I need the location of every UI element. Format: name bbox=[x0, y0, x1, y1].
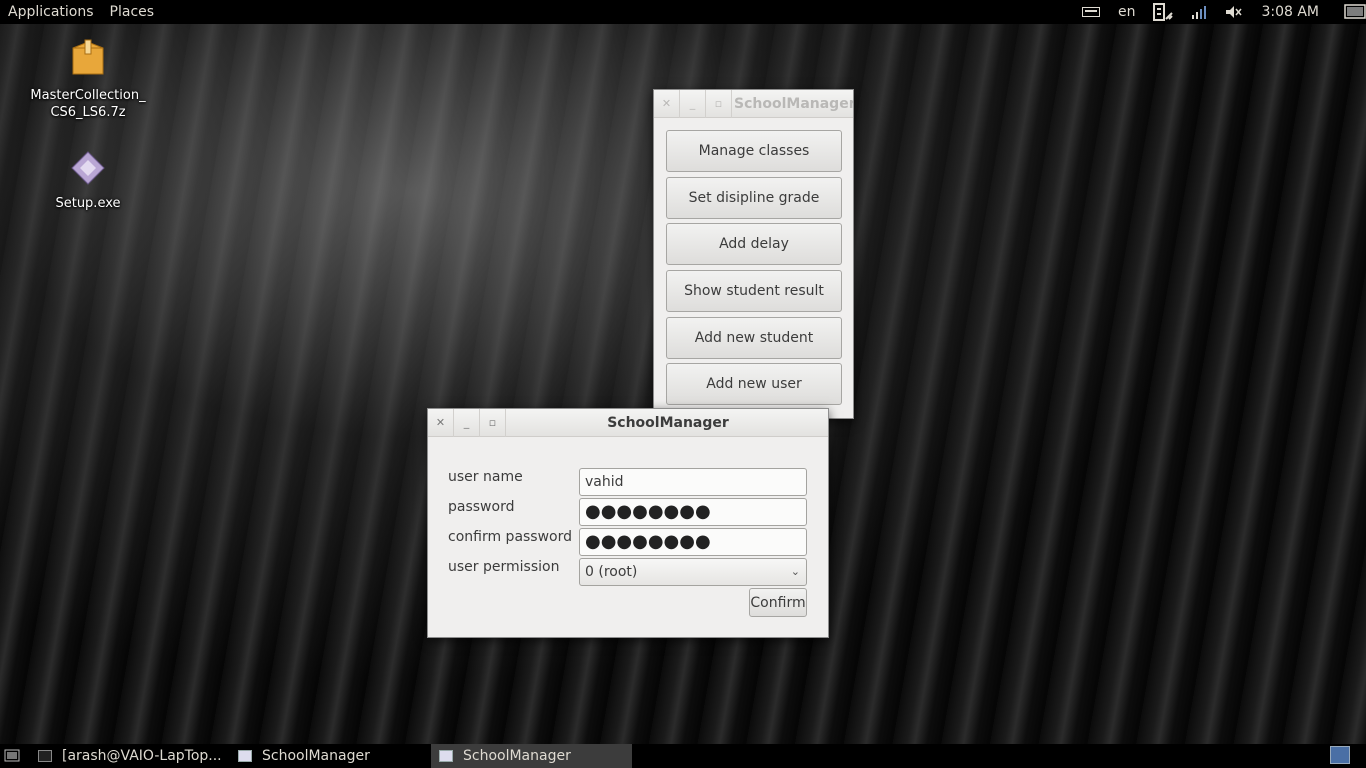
archive-icon bbox=[23, 38, 153, 83]
close-icon[interactable]: ✕ bbox=[654, 89, 680, 118]
permission-select[interactable]: 0 (root) ⌄ bbox=[579, 558, 807, 586]
confirm-password-input[interactable]: ●●●●●●●● bbox=[579, 528, 807, 556]
window-icon bbox=[439, 750, 453, 762]
taskbar-item-schoolmanager-1[interactable]: SchoolManager bbox=[230, 744, 431, 768]
system-tray: en 3:08 AM bbox=[1073, 0, 1366, 24]
desktop-icon-label: MasterCollection_ CS6_LS6.7z bbox=[30, 88, 146, 120]
volume-muted-icon[interactable] bbox=[1225, 5, 1243, 19]
taskbar-item-terminal[interactable]: [arash@VAIO-LapTop... bbox=[30, 744, 230, 768]
keyboard-icon[interactable] bbox=[1081, 7, 1100, 17]
username-label: user name bbox=[448, 469, 523, 485]
main-window: ✕ _ ▫ SchoolManager Manage classes Set d… bbox=[653, 89, 854, 419]
add-delay-button[interactable]: Add delay bbox=[666, 223, 842, 265]
desktop-icon-label: Setup.exe bbox=[55, 196, 121, 211]
confirm-password-label: confirm password bbox=[448, 529, 573, 545]
desktop-icon-archive[interactable]: MasterCollection_ CS6_LS6.7z bbox=[23, 38, 153, 121]
permission-select-value: 0 (root) bbox=[585, 564, 638, 580]
show-student-result-button[interactable]: Show student result bbox=[666, 270, 842, 312]
show-desktop-icon bbox=[4, 749, 20, 762]
set-discipline-grade-button[interactable]: Set disipline grade bbox=[666, 177, 842, 219]
window-title: SchoolManager bbox=[607, 415, 729, 431]
taskbar-item-schoolmanager-2[interactable]: SchoolManager bbox=[431, 744, 632, 768]
close-icon[interactable]: ✕ bbox=[428, 408, 454, 437]
window-icon bbox=[238, 750, 252, 762]
add-new-user-button[interactable]: Add new user bbox=[666, 363, 842, 405]
signal-strength-icon[interactable] bbox=[1191, 5, 1207, 19]
password-input[interactable]: ●●●●●●●● bbox=[579, 498, 807, 526]
password-label: password bbox=[448, 499, 515, 515]
terminal-icon bbox=[38, 750, 52, 762]
taskbar-item-label: SchoolManager bbox=[463, 748, 571, 764]
chevron-down-icon: ⌄ bbox=[790, 565, 800, 578]
applications-menu[interactable]: Applications bbox=[0, 0, 102, 24]
window-title: SchoolManager bbox=[734, 96, 853, 112]
top-panel: Applications Places en 3:08 AM bbox=[0, 0, 1366, 24]
username-input[interactable]: vahid bbox=[579, 468, 807, 496]
maximize-icon[interactable]: ▫ bbox=[480, 408, 506, 437]
manage-classes-button[interactable]: Manage classes bbox=[666, 130, 842, 172]
confirm-button[interactable]: Confirm bbox=[749, 588, 807, 617]
workspace-switcher-icon[interactable] bbox=[1330, 746, 1350, 764]
maximize-icon[interactable]: ▫ bbox=[706, 89, 732, 118]
session-menu-icon[interactable] bbox=[1344, 4, 1366, 20]
taskbar-item-label: SchoolManager bbox=[262, 748, 370, 764]
add-new-student-button[interactable]: Add new student bbox=[666, 317, 842, 359]
places-menu[interactable]: Places bbox=[102, 0, 163, 24]
keyboard-layout-indicator[interactable]: en bbox=[1118, 4, 1136, 20]
clock[interactable]: 3:08 AM bbox=[1261, 4, 1319, 20]
bottom-panel: [arash@VAIO-LapTop... SchoolManager Scho… bbox=[0, 744, 1366, 768]
main-window-titlebar[interactable]: ✕ _ ▫ SchoolManager bbox=[654, 89, 853, 118]
taskbar-item-label: [arash@VAIO-LapTop... bbox=[62, 748, 222, 764]
minimize-icon[interactable]: _ bbox=[454, 408, 480, 437]
dialog-titlebar[interactable]: ✕ _ ▫ SchoolManager bbox=[428, 408, 828, 437]
minimize-icon[interactable]: _ bbox=[680, 89, 706, 118]
show-desktop-button[interactable] bbox=[0, 744, 30, 768]
network-manager-icon[interactable] bbox=[1153, 3, 1174, 21]
add-user-dialog: ✕ _ ▫ SchoolManager user name vahid pass… bbox=[427, 408, 829, 638]
executable-icon bbox=[23, 150, 153, 191]
permission-label: user permission bbox=[448, 559, 560, 575]
desktop-icon-setup[interactable]: Setup.exe bbox=[23, 150, 153, 212]
